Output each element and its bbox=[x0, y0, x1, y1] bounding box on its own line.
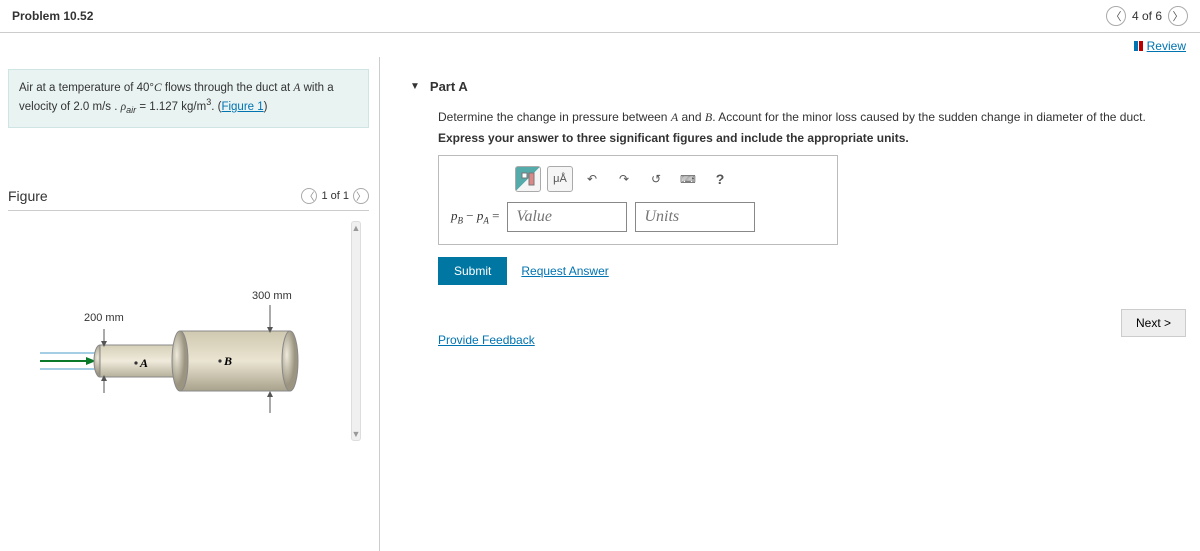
keyboard-button[interactable]: ⌨ bbox=[675, 166, 701, 192]
template-icon bbox=[521, 172, 535, 186]
submit-button[interactable]: Submit bbox=[438, 257, 507, 285]
symbols-tool-button[interactable]: μÅ bbox=[547, 166, 573, 192]
figure-counter: 1 of 1 bbox=[321, 190, 349, 202]
figure-nav: 〈 1 of 1 〉 bbox=[301, 188, 369, 204]
problem-title: Problem 10.52 bbox=[12, 9, 93, 23]
units-input[interactable] bbox=[635, 202, 755, 232]
scroll-up-icon[interactable]: ▲ bbox=[352, 222, 360, 234]
reset-button[interactable]: ↺ bbox=[643, 166, 669, 192]
request-answer-link[interactable]: Request Answer bbox=[521, 264, 608, 278]
figure-next-button[interactable]: 〉 bbox=[353, 188, 369, 204]
collapse-caret-icon: ▼ bbox=[410, 81, 420, 92]
part-label: Part A bbox=[430, 79, 468, 94]
dim-200: 200 mm bbox=[84, 312, 124, 324]
template-tool-button[interactable] bbox=[515, 166, 541, 192]
problem-intro: Air at a temperature of 40°C flows throu… bbox=[8, 69, 369, 128]
redo-button[interactable]: ↷ bbox=[611, 166, 637, 192]
part-header[interactable]: ▼ Part A bbox=[410, 67, 1186, 104]
figure-divider bbox=[8, 210, 369, 211]
figure-scrollbar[interactable]: ▲ ▼ bbox=[351, 221, 361, 441]
value-input[interactable] bbox=[507, 202, 627, 232]
point-b-label: B bbox=[223, 354, 232, 368]
equation-lhs: pB − pA = bbox=[451, 208, 499, 226]
figure-link[interactable]: Figure 1 bbox=[221, 101, 263, 113]
scroll-down-icon[interactable]: ▼ bbox=[352, 428, 360, 440]
review-link[interactable]: Review bbox=[1134, 39, 1186, 53]
help-button[interactable]: ? bbox=[707, 166, 733, 192]
point-a-label: A bbox=[139, 356, 148, 370]
part-prompt: Determine the change in pressure between… bbox=[438, 110, 1186, 125]
duct-diagram: 200 mm 300 mm A B bbox=[40, 281, 320, 421]
answer-area: μÅ ↶ ↷ ↺ ⌨ ? pB − pA = bbox=[438, 155, 838, 245]
provide-feedback-link[interactable]: Provide Feedback bbox=[438, 333, 535, 347]
next-problem-button[interactable]: 〉 bbox=[1168, 6, 1188, 26]
undo-button[interactable]: ↶ bbox=[579, 166, 605, 192]
problem-nav: 〈 4 of 6 〉 bbox=[1106, 6, 1188, 26]
dim-300: 300 mm bbox=[252, 290, 292, 302]
review-label: Review bbox=[1147, 39, 1186, 53]
problem-counter: 4 of 6 bbox=[1132, 9, 1162, 23]
part-hint: Express your answer to three significant… bbox=[438, 131, 1186, 145]
prev-problem-button[interactable]: 〈 bbox=[1106, 6, 1126, 26]
flag-icon bbox=[1134, 41, 1143, 51]
figure-canvas: ▲ ▼ bbox=[0, 221, 379, 441]
figure-heading: Figure bbox=[8, 188, 48, 204]
figure-prev-button[interactable]: 〈 bbox=[301, 188, 317, 204]
next-button[interactable]: Next > bbox=[1121, 309, 1186, 337]
